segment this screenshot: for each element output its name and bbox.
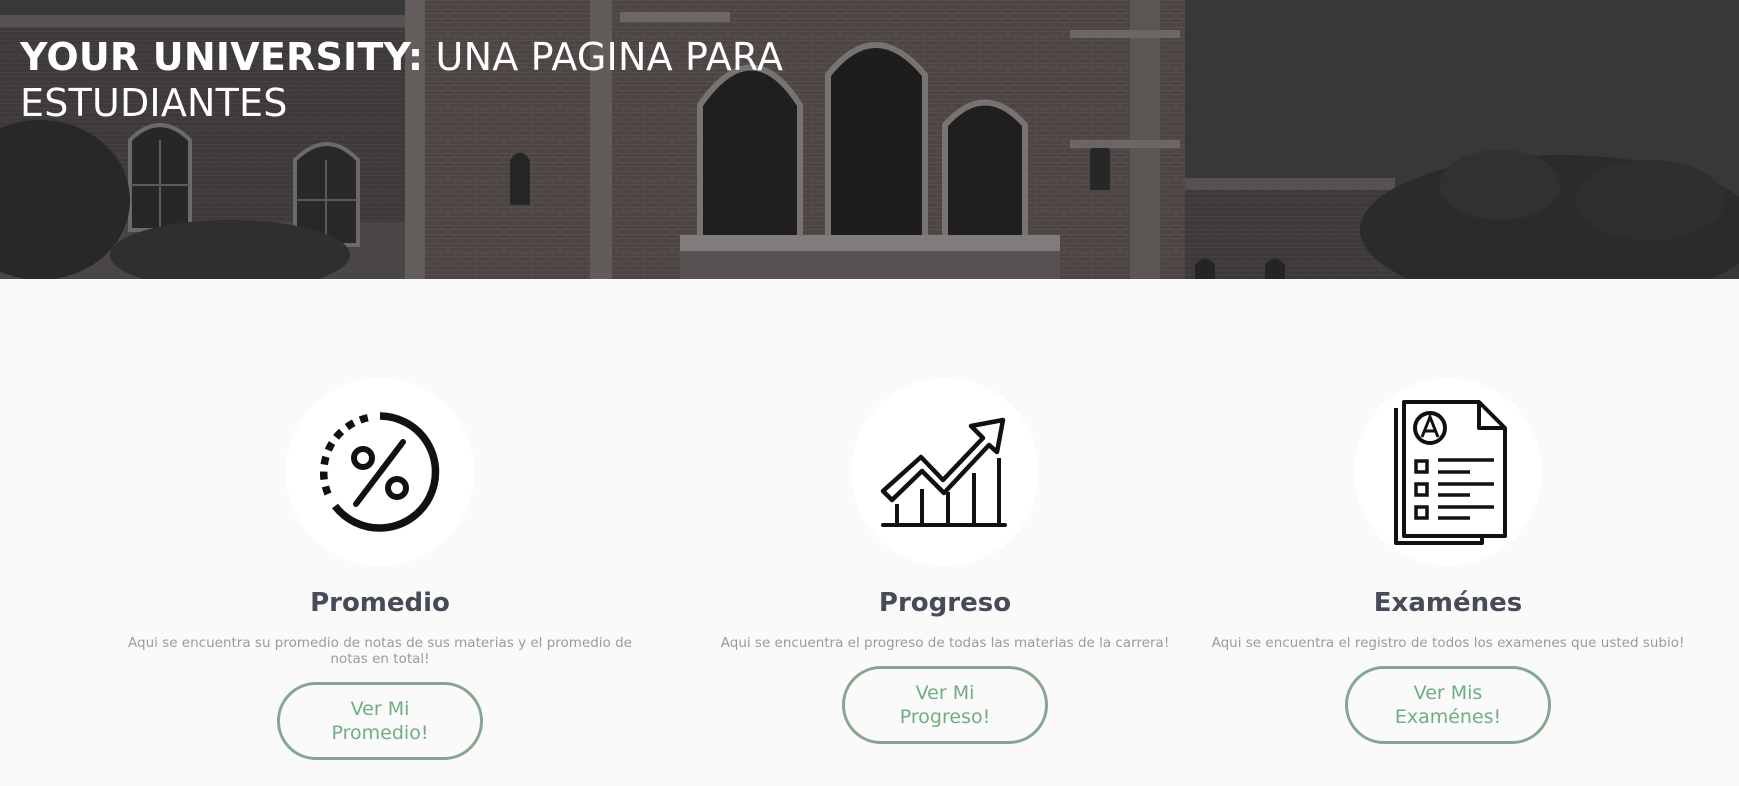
icon-circle [1354,378,1542,566]
exam-sheet-icon [1394,400,1507,545]
page-title-brand: YOUR UNIVERSITY: [20,35,424,79]
percent-icon [319,412,440,532]
card-promedio: Promedio Aqui se encuentra su promedio d… [120,378,640,760]
card-progreso: Progreso Aqui se encuentra el progreso d… [685,378,1205,744]
icon-circle [851,378,1039,566]
card-description: Aqui se encuentra su promedio de notas d… [128,635,632,667]
growth-chart-icon [880,417,1007,527]
page-title: YOUR UNIVERSITY: UNA PAGINA PARA ESTUDIA… [20,34,820,126]
card-description: Aqui se encuentra el progreso de todas l… [720,635,1170,651]
card-examenes: Examénes Aqui se encuentra el registro d… [1188,378,1708,744]
card-title: Promedio [310,588,450,618]
ver-examenes-button[interactable]: Ver Mis Examénes! [1345,666,1551,744]
ver-progreso-button[interactable]: Ver Mi Progreso! [842,666,1048,744]
card-title: Examénes [1373,588,1523,618]
hero-banner: YOUR UNIVERSITY: UNA PAGINA PARA ESTUDIA… [0,0,1739,279]
ver-promedio-button[interactable]: Ver Mi Promedio! [277,682,483,760]
card-description: Aqui se encuentra el registro de todos l… [1211,635,1685,651]
card-title: Progreso [878,588,1012,618]
icon-circle [286,378,474,566]
